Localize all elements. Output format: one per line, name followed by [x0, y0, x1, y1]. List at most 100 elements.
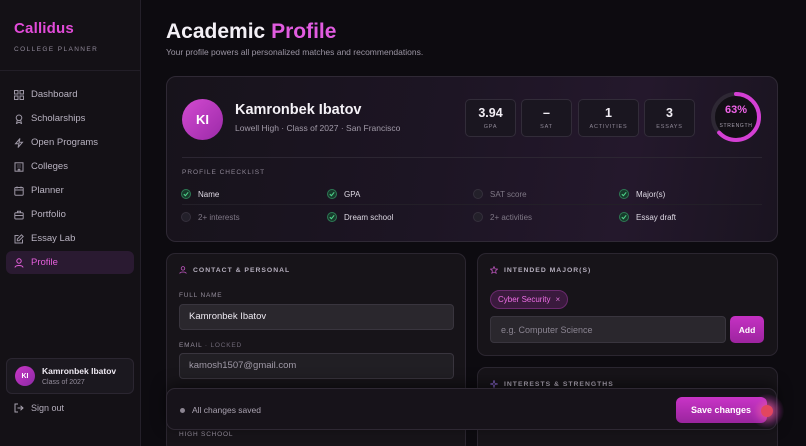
- user-icon: [14, 257, 24, 268]
- stat-value: –: [543, 106, 550, 120]
- profile-avatar: KI: [182, 99, 223, 140]
- full-name-field[interactable]: Kamronbek Ibatov: [179, 304, 454, 330]
- sidebar-item-scholarships[interactable]: Scholarships: [6, 107, 134, 130]
- status-dot-icon: [180, 407, 185, 413]
- pending-circle-icon: [473, 189, 483, 199]
- checklist-item: SAT score: [473, 189, 527, 199]
- checklist-item-label: 2+ interests: [198, 212, 240, 222]
- sidebar-item-portfolio[interactable]: Portfolio: [6, 203, 134, 226]
- checklist-item: GPA: [327, 189, 360, 199]
- sidebar-item-label: Scholarships: [31, 113, 86, 124]
- high-school-label: HIGH SCHOOL: [179, 431, 234, 438]
- profile-name: Kamronbek Ibatov: [235, 102, 362, 118]
- cursor-icon: [761, 405, 773, 417]
- sidebar-divider: [0, 70, 140, 71]
- sidebar-nav: Dashboard Scholarships Open Programs Col…: [6, 83, 134, 275]
- major-chip[interactable]: Cyber Security ×: [490, 290, 569, 309]
- majors-title-text: INTENDED MAJOR(S): [504, 266, 592, 274]
- majors-card: INTENDED MAJOR(S) Cyber Security × Add: [477, 253, 778, 356]
- calendar-icon: [14, 186, 24, 196]
- sidebar-item-label: Profile: [31, 257, 58, 268]
- profile-details: Lowell High · Class of 2027 · San Franci…: [235, 123, 401, 133]
- save-bar: All changes saved Save changes: [166, 388, 784, 430]
- sidebar-item-label: Dashboard: [31, 89, 78, 100]
- main-content: Academic Profile Your profile powers all…: [141, 0, 806, 446]
- major-input[interactable]: [490, 316, 726, 343]
- major-chip-label: Cyber Security: [498, 295, 551, 304]
- sign-out-button[interactable]: Sign out: [14, 403, 64, 413]
- check-circle-icon: [327, 189, 337, 199]
- stat-value: 3.94: [478, 106, 503, 120]
- checklist-item-label: Name: [198, 189, 220, 199]
- save-status: All changes saved: [180, 405, 261, 415]
- stat-gpa: 3.94 GPA: [465, 99, 516, 137]
- sidebar-item-colleges[interactable]: Colleges: [6, 155, 134, 178]
- sidebar-item-label: Open Programs: [31, 137, 99, 148]
- sidebar-item-profile[interactable]: Profile: [6, 251, 134, 274]
- stat-value: 3: [666, 106, 673, 120]
- email-label: EMAIL · LOCKED: [179, 342, 242, 349]
- stat-activities: 1 ACTIVITIES: [578, 99, 639, 137]
- majors-card-title: INTENDED MAJOR(S): [490, 266, 591, 274]
- checklist-item-label: Dream school: [344, 212, 394, 222]
- checklist-item: 2+ activities: [473, 212, 532, 222]
- sidebar-item-dashboard[interactable]: Dashboard: [6, 83, 134, 106]
- avatar: KI: [15, 366, 35, 386]
- user-name: Kamronbek Ibatov: [42, 366, 117, 376]
- checklist-title: PROFILE CHECKLIST: [182, 169, 266, 176]
- sidebar-item-planner[interactable]: Planner: [6, 179, 134, 202]
- sign-out-icon: [14, 403, 24, 413]
- award-icon: [14, 114, 24, 124]
- page-title-main: Academic: [166, 20, 266, 43]
- pending-circle-icon: [473, 212, 483, 222]
- divider: [182, 157, 762, 158]
- interests-title-text: INTERESTS & STRENGTHS: [504, 380, 614, 388]
- stat-sat: – SAT: [521, 99, 572, 137]
- star-icon: [490, 266, 498, 274]
- stat-value: 1: [605, 106, 612, 120]
- remove-chip-icon[interactable]: ×: [555, 295, 560, 304]
- stat-label: GPA: [483, 124, 498, 130]
- save-status-text: All changes saved: [192, 405, 261, 415]
- full-name-label: FULL NAME: [179, 292, 223, 299]
- stat-label: ACTIVITIES: [589, 124, 628, 130]
- user-card[interactable]: KI Kamronbek Ibatov Class of 2027: [6, 358, 134, 394]
- sidebar-item-essay-lab[interactable]: Essay Lab: [6, 227, 134, 250]
- page-subtitle: Your profile powers all personalized mat…: [166, 47, 424, 57]
- brand-logo: Callidus: [14, 20, 74, 37]
- stat-label: ESSAYS: [656, 124, 683, 130]
- stat-essays: 3 ESSAYS: [644, 99, 695, 137]
- checklist-item-label: SAT score: [490, 189, 527, 199]
- profile-summary-card: KI Kamronbek Ibatov Lowell High · Class …: [166, 76, 778, 242]
- check-circle-icon: [619, 189, 629, 199]
- check-circle-icon: [181, 189, 191, 199]
- add-major-button[interactable]: Add: [730, 316, 764, 343]
- checklist-item-label: GPA: [344, 189, 361, 199]
- sidebar-item-label: Portfolio: [31, 209, 66, 220]
- contact-title-text: CONTACT & PERSONAL: [193, 266, 291, 274]
- interests-card-title: INTERESTS & STRENGTHS: [490, 380, 614, 388]
- sidebar-item-label: Planner: [31, 185, 64, 196]
- grid-icon: [14, 89, 24, 100]
- brand-subtitle: COLLEGE PLANNER: [14, 46, 99, 53]
- edit-icon: [14, 233, 24, 244]
- sparkle-icon: [490, 380, 498, 388]
- checklist-item: Essay draft: [619, 212, 676, 222]
- sidebar-item-open-programs[interactable]: Open Programs: [6, 131, 134, 154]
- email-field: kamosh1507@gmail.com: [179, 353, 454, 379]
- checklist-item-label: Essay draft: [636, 212, 677, 222]
- building-icon: [14, 161, 24, 172]
- page-title-accent: Profile: [271, 20, 337, 43]
- checklist-item: Name: [181, 189, 219, 199]
- divider: [182, 204, 762, 205]
- briefcase-icon: [14, 210, 24, 220]
- checklist-item-label: 2+ activities: [490, 212, 533, 222]
- user-icon: [179, 266, 187, 274]
- stat-label: SAT: [540, 124, 553, 130]
- bolt-icon: [14, 137, 24, 148]
- strength-label: STRENGTH: [719, 123, 753, 129]
- strength-ring: [711, 92, 761, 142]
- brand[interactable]: Callidus COLLEGE PLANNER: [14, 20, 98, 53]
- checklist-item: Dream school: [327, 212, 393, 222]
- pending-circle-icon: [181, 212, 191, 222]
